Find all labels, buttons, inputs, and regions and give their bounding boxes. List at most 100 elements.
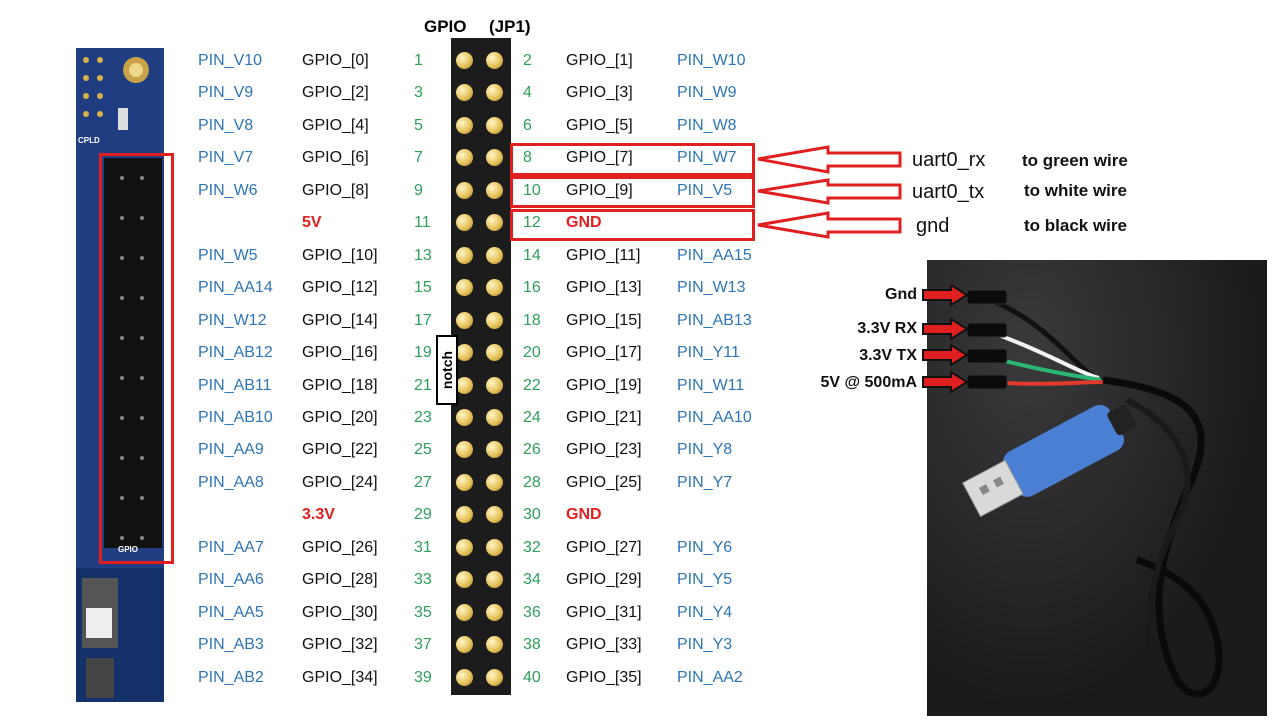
left-fpga-pin: PIN_AA8 — [198, 474, 264, 491]
right-pin-number: 36 — [523, 604, 541, 621]
right-gpio-name: GPIO_[23] — [566, 441, 642, 458]
left-pin-number: 23 — [414, 409, 432, 426]
left-pin-number: 31 — [414, 539, 432, 556]
right-pin-number: 22 — [523, 377, 541, 394]
left-gpio-name: GPIO_[8] — [302, 182, 369, 199]
left-pin-number: 5 — [414, 117, 423, 134]
right-pin-number: 16 — [523, 279, 541, 296]
left-gpio-name: GPIO_[26] — [302, 539, 378, 556]
right-pin-number: 28 — [523, 474, 541, 491]
notch-label: notch — [439, 350, 455, 390]
left-fpga-pin: PIN_AA6 — [198, 571, 264, 588]
right-fpga-pin: PIN_Y11 — [677, 344, 740, 361]
right-gpio-name: GPIO_[21] — [566, 409, 642, 426]
right-gpio-name: GPIO_[31] — [566, 604, 642, 621]
left-fpga-pin: PIN_AB12 — [198, 344, 273, 361]
left-pin-number: 27 — [414, 474, 432, 491]
right-gpio-name: GPIO_[33] — [566, 636, 642, 653]
left-gpio-name: GPIO_[12] — [302, 279, 378, 296]
right-gpio-name: GPIO_[3] — [566, 84, 633, 101]
right-gpio-name: GPIO_[15] — [566, 312, 642, 329]
right-pin-number: 18 — [523, 312, 541, 329]
right-fpga-pin: PIN_AA2 — [677, 669, 743, 686]
right-gpio-name: GND — [566, 506, 602, 523]
cable-arrow-rx — [922, 317, 969, 341]
left-gpio-name: 5V — [302, 214, 322, 231]
right-fpga-pin: PIN_Y6 — [677, 539, 733, 556]
left-fpga-pin: PIN_V8 — [198, 117, 254, 134]
highlight-uart0-tx — [510, 176, 755, 208]
left-fpga-pin: PIN_AB3 — [198, 636, 264, 653]
left-fpga-pin: PIN_AB11 — [198, 377, 272, 394]
left-gpio-name: GPIO_[34] — [302, 669, 378, 686]
wire-signal-gnd: gnd — [916, 215, 950, 237]
left-fpga-pin: PIN_AA7 — [198, 539, 264, 556]
right-gpio-name: GPIO_[5] — [566, 117, 633, 134]
cable-illustration — [962, 289, 1223, 698]
left-pin-number: 37 — [414, 636, 432, 653]
wire-arrows — [757, 145, 902, 239]
arrow-uart0-rx — [757, 145, 902, 174]
left-pin-number: 25 — [414, 441, 432, 458]
left-gpio-name: GPIO_[30] — [302, 604, 378, 621]
right-gpio-name: GPIO_[1] — [566, 52, 633, 69]
wire-note-gnd: to black wire — [1024, 216, 1127, 235]
left-pin-number: 39 — [414, 669, 432, 686]
arrow-uart0-tx — [757, 178, 902, 205]
right-fpga-pin: PIN_W11 — [677, 377, 745, 394]
left-fpga-pin: PIN_V7 — [198, 149, 254, 166]
wire-signal-rx: uart0_rx — [912, 149, 986, 171]
right-fpga-pin: PIN_W13 — [677, 279, 746, 296]
right-gpio-name: GPIO_[35] — [566, 669, 642, 686]
right-pin-number: 20 — [523, 344, 541, 361]
left-fpga-pin: PIN_W6 — [198, 182, 258, 199]
highlight-uart0-rx — [510, 143, 755, 176]
left-fpga-pin: PIN_W5 — [198, 247, 258, 264]
left-fpga-pin: PIN_W12 — [198, 312, 267, 329]
right-fpga-pin: PIN_AB13 — [677, 312, 752, 329]
left-gpio-name: GPIO_[20] — [302, 409, 378, 426]
left-gpio-name: GPIO_[10] — [302, 247, 378, 264]
right-gpio-name: GPIO_[27] — [566, 539, 642, 556]
right-fpga-pin: PIN_W10 — [677, 52, 746, 69]
right-fpga-pin: PIN_Y4 — [677, 604, 733, 621]
left-gpio-name: GPIO_[14] — [302, 312, 378, 329]
right-fpga-pin: PIN_AA15 — [677, 247, 752, 264]
gpio-title: GPIO — [424, 17, 467, 36]
right-pin-number: 38 — [523, 636, 541, 653]
arrow-gnd — [757, 211, 902, 239]
right-pin-number: 24 — [523, 409, 541, 426]
jp1-title: (JP1) — [489, 17, 531, 36]
right-fpga-pin: PIN_Y8 — [677, 441, 733, 458]
left-pin-number: 29 — [414, 506, 432, 523]
right-pin-number: 40 — [523, 669, 541, 686]
cable-label-tx: 3.3V TX — [859, 347, 917, 364]
cable-arrow-tx — [922, 343, 969, 367]
right-fpga-pin: PIN_Y7 — [677, 474, 733, 491]
right-fpga-pin: PIN_Y5 — [677, 571, 733, 588]
left-gpio-name: GPIO_[22] — [302, 441, 378, 458]
right-pin-number: 34 — [523, 571, 541, 588]
right-fpga-pin: PIN_AA10 — [677, 409, 752, 426]
left-pin-number: 11 — [414, 214, 431, 231]
right-gpio-name: GPIO_[25] — [566, 474, 642, 491]
highlight-gnd — [510, 209, 755, 241]
left-gpio-name: GPIO_[0] — [302, 52, 369, 69]
left-gpio-name: GPIO_[16] — [302, 344, 378, 361]
cable-label-gnd: Gnd — [885, 286, 917, 303]
wire-note-tx: to white wire — [1024, 181, 1127, 200]
wire-note-rx: to green wire — [1022, 151, 1128, 170]
cable-label-5v: 5V @ 500mA — [820, 374, 917, 391]
right-pin-number: 32 — [523, 539, 541, 556]
left-fpga-pin: PIN_AB2 — [198, 669, 264, 686]
left-gpio-name: GPIO_[6] — [302, 149, 369, 166]
right-gpio-name: GPIO_[13] — [566, 279, 642, 296]
cable-arrow-gnd — [922, 285, 969, 307]
pin-row: PIN_V8 GPIO_[4] 5 6 GPIO_[5] PIN_W8 — [0, 110, 1284, 142]
left-gpio-name: GPIO_[28] — [302, 571, 378, 588]
left-gpio-name: GPIO_[4] — [302, 117, 369, 134]
left-pin-number: 15 — [414, 279, 432, 296]
right-gpio-name: GPIO_[17] — [566, 344, 642, 361]
right-pin-number: 4 — [523, 84, 532, 101]
right-pin-number: 2 — [523, 52, 532, 69]
